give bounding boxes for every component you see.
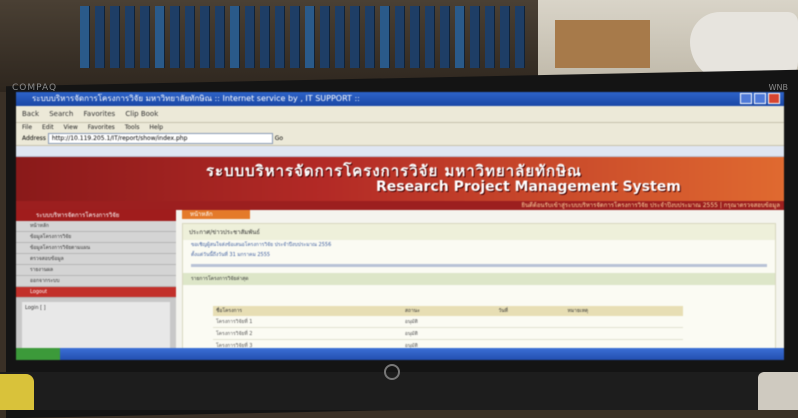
window-controls <box>738 93 780 109</box>
binder <box>290 6 300 68</box>
binder <box>500 6 510 68</box>
table-header-status: สถานะ <box>401 306 496 316</box>
binder <box>440 6 450 68</box>
table-header-name: ชื่อโครงการ <box>213 306 402 316</box>
binder <box>170 6 180 68</box>
binder <box>335 6 345 68</box>
screen: ระบบบริหารจัดการโครงการวิจัย มหาวิทยาลัย… <box>16 92 784 360</box>
url-input[interactable]: http://10.119.205.1/IT/report/show/index… <box>47 133 273 144</box>
table-cell <box>495 327 565 340</box>
binder <box>395 6 405 68</box>
table-cell: อนุมัติ <box>401 316 496 328</box>
binder <box>185 6 195 68</box>
main-content: หน้าหลัก ประกาศ/ข่าวประชาสัมพันธ์ ขอเชิญ… <box>182 210 776 360</box>
monitor-bottom-bezel <box>0 372 798 410</box>
menu-bar: File Edit View Favorites Tools Help <box>16 123 784 133</box>
binder <box>485 6 495 68</box>
binder <box>230 6 240 68</box>
compaq-logo-icon <box>384 364 400 380</box>
back-button[interactable]: Back <box>22 106 39 122</box>
sidebar-item-planned-projects[interactable]: ข้อมูลโครงการวิจัยตามแผน <box>16 243 176 254</box>
menu-view[interactable]: View <box>64 124 78 131</box>
address-label: Address <box>22 135 46 142</box>
divider <box>191 264 767 267</box>
sidebar-item-logout[interactable]: Logout <box>16 287 176 298</box>
address-bar: Address http://10.119.205.1/IT/report/sh… <box>16 133 784 146</box>
minimize-button[interactable] <box>740 93 752 104</box>
binder <box>275 6 285 68</box>
links-bar <box>16 146 784 157</box>
table-row[interactable]: โครงการวิจัยที่ 2 อนุมัติ <box>213 327 683 340</box>
binder <box>305 6 315 68</box>
binder <box>410 6 420 68</box>
windows-taskbar <box>16 348 784 360</box>
panel-title: ประกาศ/ข่าวประชาสัมพันธ์ <box>183 224 775 240</box>
notice-line-1[interactable]: ขอเชิญผู้สนใจส่งข้อเสนอโครงการวิจัย ประจ… <box>183 240 775 250</box>
monitor-corner-text: WNB <box>768 83 788 92</box>
clipbook-button[interactable]: Clip Book <box>125 106 158 122</box>
sidebar-item-check[interactable]: ตรวจสอบข้อมูล <box>16 254 176 265</box>
table-row[interactable]: โครงการวิจัยที่ 1 อนุมัติ <box>213 316 683 328</box>
yellow-cup <box>0 374 34 410</box>
binder <box>215 6 225 68</box>
binder <box>320 6 330 68</box>
binder <box>380 6 390 68</box>
binder <box>140 6 150 68</box>
table-cell: โครงการวิจัยที่ 2 <box>213 327 402 340</box>
binder <box>110 6 120 68</box>
binder <box>425 6 435 68</box>
table-cell <box>495 316 565 328</box>
sidebar-item-projects[interactable]: ข้อมูลโครงการวิจัย <box>16 232 176 243</box>
start-button[interactable] <box>16 348 60 360</box>
menu-edit[interactable]: Edit <box>42 124 54 131</box>
table-cell <box>564 327 683 340</box>
maximize-button[interactable] <box>754 93 766 104</box>
table-header-note: หมายเหตุ <box>564 306 683 316</box>
table-cell: โครงการวิจัยที่ 1 <box>213 316 402 328</box>
site-title-english: Research Project Management System <box>376 179 681 195</box>
window-titlebar: ระบบบริหารจัดการโครงการวิจัย มหาวิทยาลัย… <box>16 92 784 106</box>
menu-favorites[interactable]: Favorites <box>88 124 115 131</box>
notice-line-2: ตั้งแต่วันนี้ถึงวันที่ 31 มกราคม 2555 <box>191 252 271 258</box>
announcement-panel: ประกาศ/ข่าวประชาสัมพันธ์ ขอเชิญผู้สนใจส่… <box>182 223 776 355</box>
table-header-date: วันที่ <box>495 306 565 316</box>
cardboard-box <box>555 20 650 68</box>
favorites-button[interactable]: Favorites <box>84 106 116 122</box>
login-box: Login [ ] <box>22 302 170 348</box>
binder <box>515 6 525 68</box>
browser-toolbar: Back Search Favorites Clip Book <box>16 106 784 123</box>
table-cell <box>564 316 683 328</box>
binder <box>155 6 165 68</box>
binder <box>350 6 360 68</box>
binder <box>455 6 465 68</box>
table-cell: อนุมัติ <box>401 327 496 340</box>
binder <box>200 6 210 68</box>
sidebar: ระบบบริหารจัดการโครงการวิจัย หน้าหลัก ข้… <box>16 210 176 360</box>
sidebar-heading: ระบบบริหารจัดการโครงการวิจัย <box>16 210 176 221</box>
binder <box>245 6 255 68</box>
window-title: ระบบบริหารจัดการโครงการวิจัย มหาวิทยาลัย… <box>32 94 360 103</box>
sidebar-item-report[interactable]: รายงานผล <box>16 265 176 276</box>
sidebar-item-home[interactable]: หน้าหลัก <box>16 221 176 232</box>
menu-file[interactable]: File <box>22 124 32 131</box>
binder <box>470 6 480 68</box>
menu-tools[interactable]: Tools <box>125 124 140 131</box>
page-body: ระบบบริหารจัดการโครงการวิจัย หน้าหลัก ข้… <box>16 210 784 360</box>
menu-help[interactable]: Help <box>149 124 163 131</box>
binder <box>80 6 90 68</box>
projects-table: ชื่อโครงการ สถานะ วันที่ หมายเหตุ โครงกา… <box>213 306 683 352</box>
close-button[interactable] <box>768 93 780 104</box>
binder <box>365 6 375 68</box>
marquee-text: ยินดีต้อนรับเข้าสู่ระบบบริหารจัดการโครงก… <box>16 201 784 210</box>
section-heading: รายการโครงการวิจัยล่าสุด <box>183 273 775 285</box>
binder <box>260 6 270 68</box>
binder <box>95 6 105 68</box>
binder <box>125 6 135 68</box>
sidebar-item-exit[interactable]: ออกจากระบบ <box>16 276 176 287</box>
search-button[interactable]: Search <box>49 106 73 122</box>
go-button[interactable]: Go <box>275 135 283 142</box>
mug <box>758 372 798 410</box>
breadcrumb[interactable]: หน้าหลัก <box>182 210 250 219</box>
site-banner: ระบบบริหารจัดการโครงการวิจัย มหาวิทยาลัย… <box>16 157 784 201</box>
